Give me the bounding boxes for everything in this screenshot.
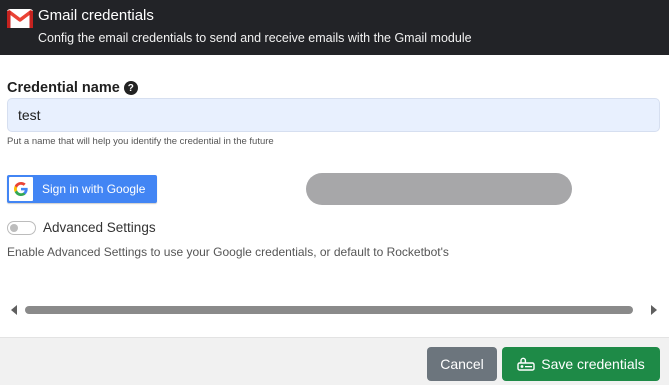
cancel-button[interactable]: Cancel: [427, 347, 497, 381]
loading-placeholder-bar: [306, 173, 572, 205]
advanced-settings-label: Advanced Settings: [43, 220, 156, 235]
advanced-settings-toggle[interactable]: [7, 221, 36, 235]
advanced-settings-description: Enable Advanced Settings to use your Goo…: [7, 245, 449, 259]
modal-subtitle: Config the email credentials to send and…: [38, 31, 472, 45]
google-g-icon: [9, 177, 33, 201]
modal-header: Gmail credentials Config the email crede…: [0, 0, 669, 55]
modal-title: Gmail credentials: [38, 7, 154, 24]
gmail-icon: [6, 9, 34, 28]
key-icon: [517, 357, 535, 371]
scroll-right-arrow-icon[interactable]: [651, 305, 657, 315]
save-credentials-label: Save credentials: [541, 356, 645, 372]
credential-name-help: Put a name that will help you identify t…: [7, 136, 274, 147]
sign-in-with-google-button[interactable]: Sign in with Google: [7, 175, 157, 203]
credential-name-label: Credential name ?: [7, 80, 138, 96]
toggle-knob: [10, 224, 18, 232]
scrollbar-thumb[interactable]: [25, 306, 633, 314]
horizontal-scrollbar[interactable]: [8, 303, 660, 317]
sign-in-with-google-label: Sign in with Google: [42, 182, 146, 196]
credential-name-input[interactable]: [7, 98, 660, 132]
scroll-left-arrow-icon[interactable]: [11, 305, 17, 315]
save-credentials-button[interactable]: Save credentials: [502, 347, 660, 381]
credential-name-label-text: Credential name: [7, 80, 120, 96]
question-circle-icon[interactable]: ?: [123, 81, 138, 95]
